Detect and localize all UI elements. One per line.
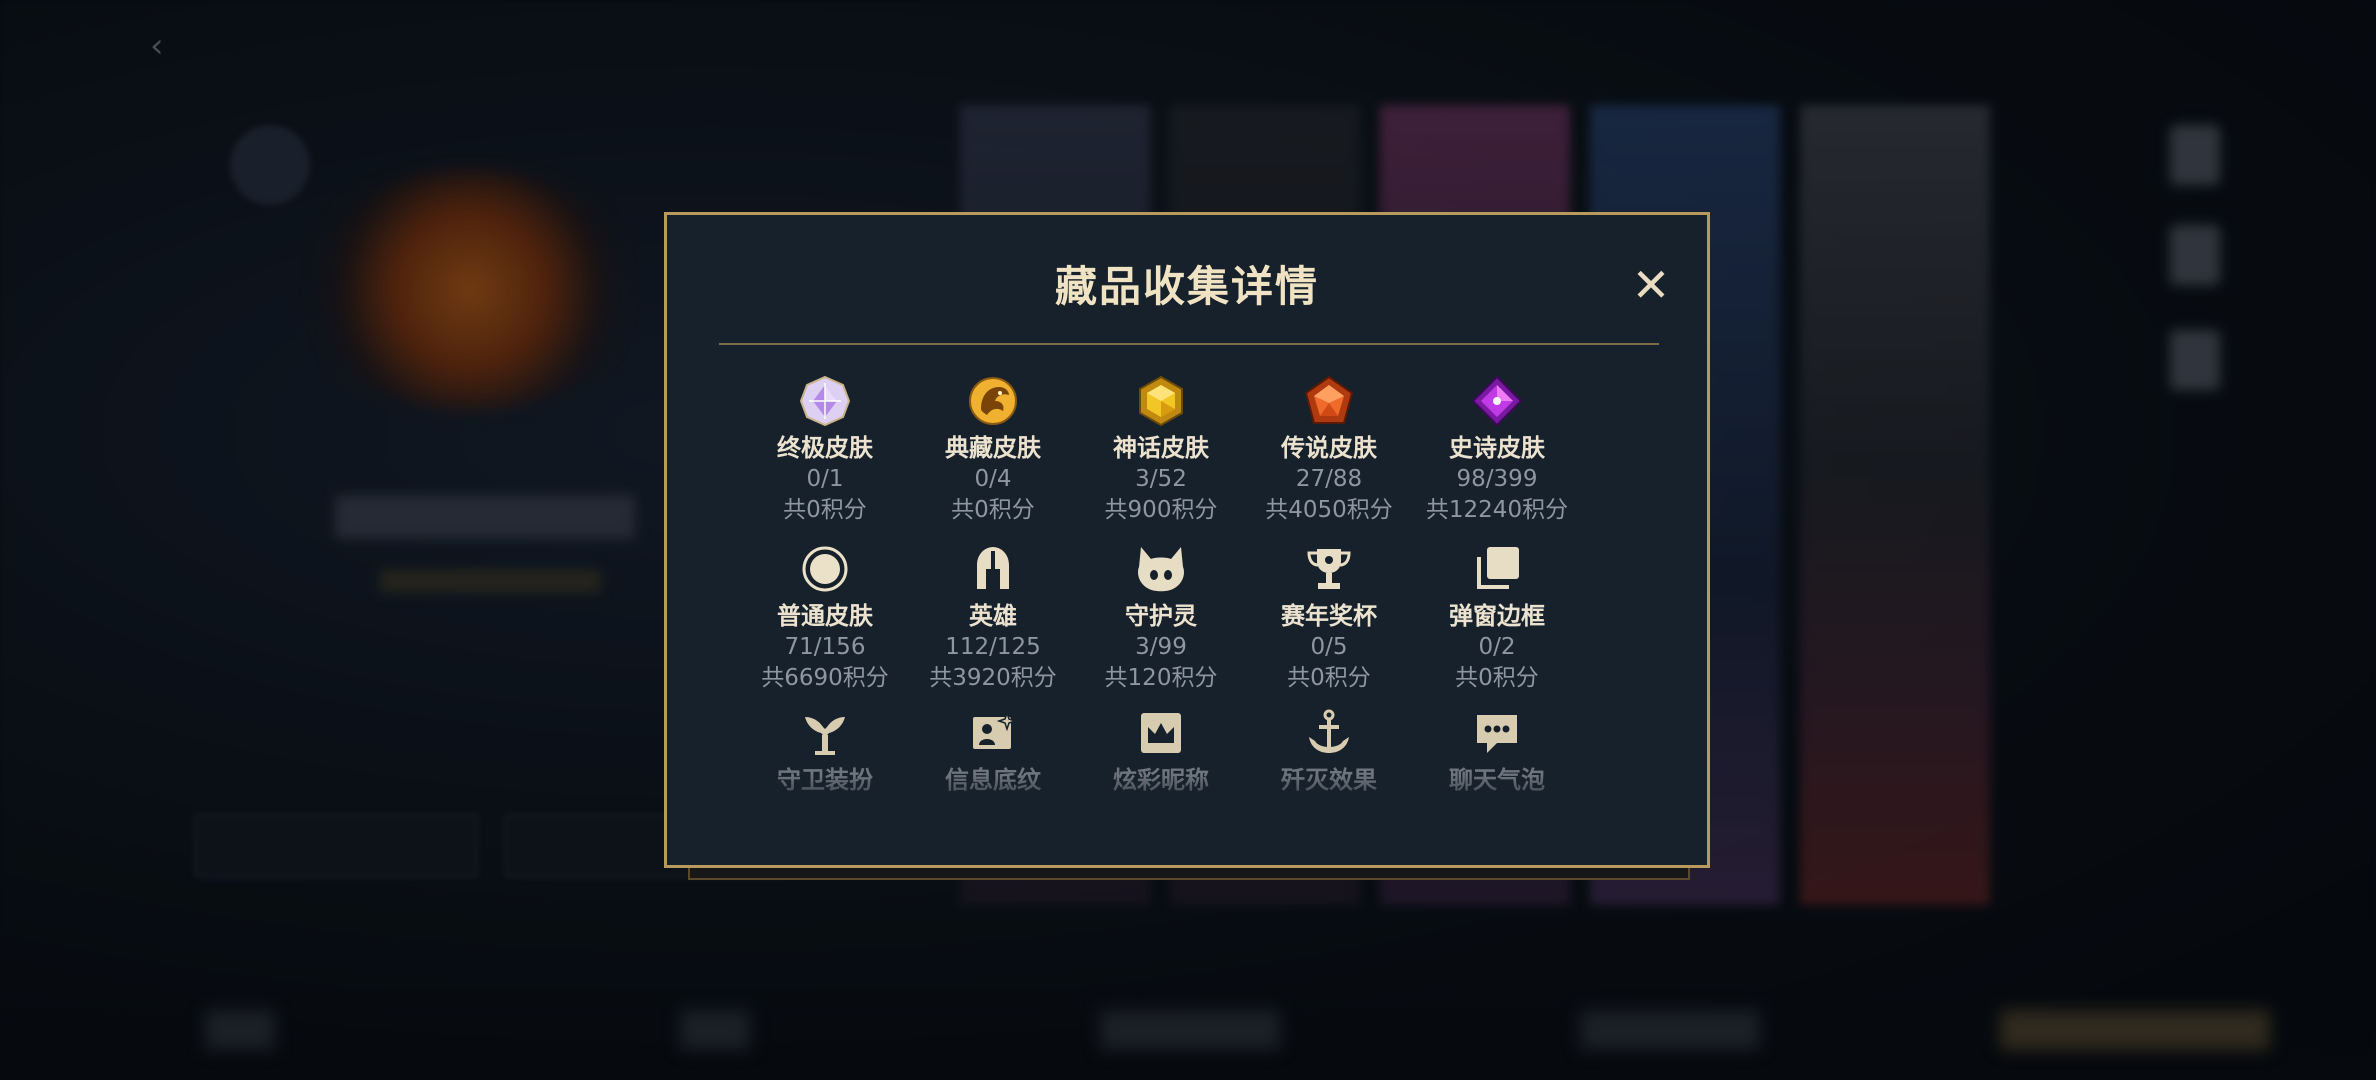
item-label: 传说皮肤 (1281, 434, 1377, 462)
collection-item-hero[interactable]: 英雄 112/125 共3920积分 (909, 543, 1077, 693)
collection-item-epic-skin[interactable]: 史诗皮肤 98/399 共12240积分 (1413, 375, 1581, 525)
item-count: 112/125 (945, 634, 1041, 660)
item-label: 神话皮肤 (1113, 434, 1209, 462)
item-points: 共0积分 (951, 497, 1035, 523)
collection-item-common-skin[interactable]: 普通皮肤 71/156 共6690积分 (741, 543, 909, 693)
anchor-icon (1309, 709, 1349, 753)
mythic-gem-icon (1139, 375, 1183, 427)
collection-item-popup-frame[interactable]: 弹窗边框 0/2 共0积分 (1413, 543, 1581, 693)
collection-item-mythic-skin[interactable]: 神话皮肤 3/52 共900积分 (1077, 375, 1245, 525)
divider (719, 343, 1659, 345)
item-count: 0/1 (806, 466, 844, 492)
helmet-icon (977, 547, 1009, 589)
item-points: 共4050积分 (1265, 497, 1393, 523)
item-count: 0/5 (1310, 634, 1348, 660)
item-count: 27/88 (1295, 466, 1363, 492)
item-points: 共0积分 (1287, 665, 1371, 691)
item-points: 共120积分 (1104, 665, 1218, 691)
item-label: 守护灵 (1125, 602, 1197, 630)
item-count: 0/4 (974, 466, 1012, 492)
collection-item-guardian[interactable]: 守护灵 3/99 共120积分 (1077, 543, 1245, 693)
collection-item-legendary-skin[interactable]: 传说皮肤 27/88 共4050积分 (1245, 375, 1413, 525)
item-points: 共0积分 (783, 497, 867, 523)
item-points: 共6690积分 (761, 665, 889, 691)
profile-card-icon (973, 710, 1018, 749)
item-label: 普通皮肤 (777, 602, 873, 630)
crown-frame-icon (1141, 713, 1181, 753)
dragon-emblem-icon (969, 377, 1017, 425)
item-label: 终极皮肤 (777, 434, 873, 462)
item-points: 共0积分 (1455, 665, 1539, 691)
item-label: 史诗皮肤 (1449, 434, 1545, 462)
item-label: 典藏皮肤 (945, 434, 1041, 462)
close-button[interactable]: ✕ (1623, 257, 1679, 313)
collection-item-collector-skin[interactable]: 典藏皮肤 0/4 共0积分 (909, 375, 1077, 525)
item-label: 赛年奖杯 (1281, 602, 1377, 630)
scroll-fade (667, 775, 1707, 865)
ring-icon (802, 546, 848, 592)
ultimate-gem-icon (799, 375, 851, 427)
chat-bubble-icon (1477, 715, 1517, 753)
item-count: 3/52 (1135, 466, 1187, 492)
frame-stack-icon (1477, 547, 1519, 589)
modal-title: 藏品收集详情 (1054, 262, 1319, 311)
collection-item-ultimate-skin[interactable]: 终极皮肤 0/1 共0积分 (741, 375, 909, 525)
collection-details-modal: 藏品收集详情 ✕ 终极皮肤 0/1 共0积分 典藏皮肤 0/4 共0积分 神话皮… (664, 212, 1710, 868)
epic-gem-icon (1471, 375, 1523, 427)
item-count: 71/156 (784, 634, 866, 660)
trophy-icon (1307, 549, 1351, 589)
item-count: 3/99 (1135, 634, 1187, 660)
item-label: 英雄 (969, 602, 1017, 630)
item-label: 弹窗边框 (1449, 602, 1545, 630)
item-points: 共12240积分 (1425, 497, 1569, 523)
ward-icon (805, 717, 845, 755)
item-count: 98/399 (1456, 466, 1538, 492)
item-points: 共900积分 (1104, 497, 1218, 523)
legendary-gem-icon (1304, 375, 1354, 424)
item-count: 0/2 (1478, 634, 1516, 660)
guardian-pet-icon (1138, 547, 1184, 592)
collection-item-season-trophy[interactable]: 赛年奖杯 0/5 共0积分 (1245, 543, 1413, 693)
item-points: 共3920积分 (929, 665, 1057, 691)
